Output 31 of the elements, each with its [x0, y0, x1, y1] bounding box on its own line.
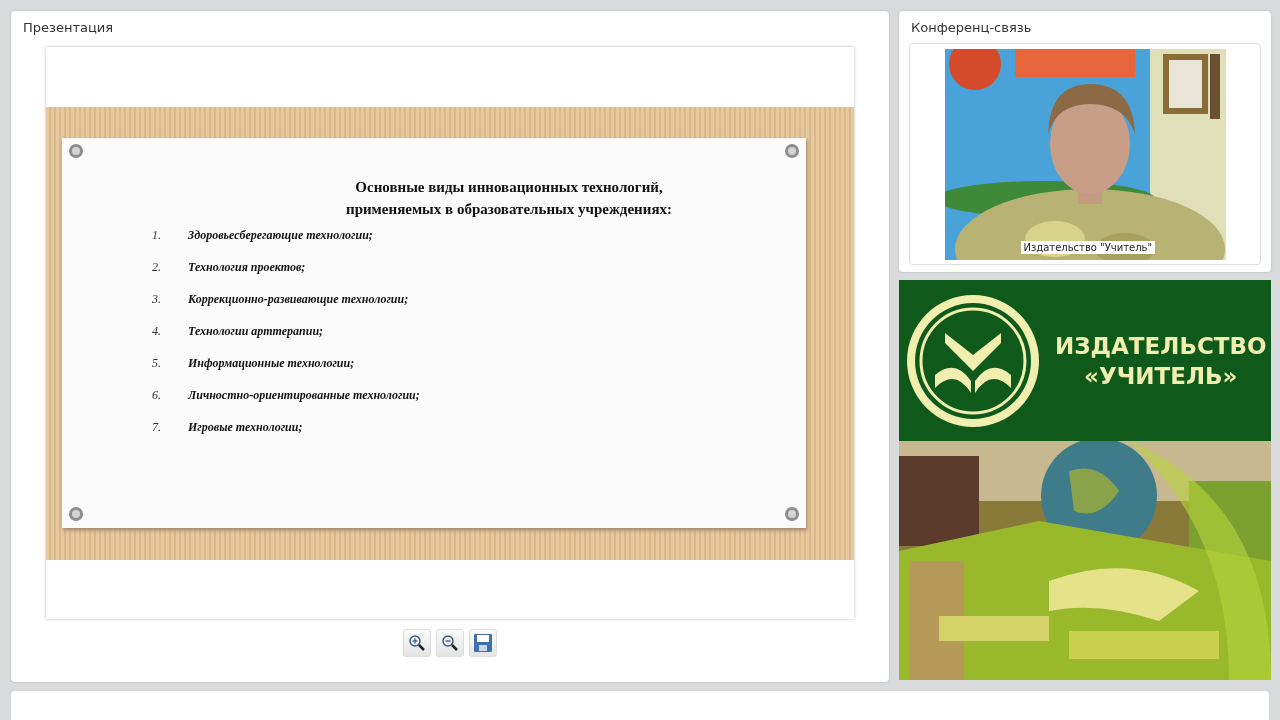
- slide-heading: применяемых в образовательных учреждениях:: [345, 200, 673, 219]
- zoom-in-icon: [408, 634, 426, 652]
- list-item: Здоровьесберегающие технологии;: [188, 227, 373, 244]
- item-number: 1.: [152, 227, 162, 244]
- banner-text: ИЗДАТЕЛЬСТВО: [1055, 331, 1267, 361]
- pin-icon: [68, 506, 84, 522]
- list-item: Технология проектов;: [188, 259, 306, 276]
- item-number: 6.: [152, 387, 162, 404]
- pin-icon: [784, 143, 800, 159]
- list-item: Информационные технологии;: [188, 355, 355, 372]
- zoom-in-button[interactable]: [403, 629, 431, 657]
- list-item: Личностно-ориентированные технологии;: [188, 387, 420, 404]
- pin-icon: [784, 506, 800, 522]
- list-item: Технологии арттерапии;: [188, 323, 324, 340]
- banner-text: «УЧИТЕЛЬ»: [1083, 361, 1239, 391]
- item-number: 4.: [152, 323, 162, 340]
- panel-title: Презентация: [23, 19, 115, 37]
- list-item: Коррекционно-развивающие технологии;: [188, 291, 409, 308]
- list-item: Игровые технологии;: [188, 419, 303, 436]
- save-button[interactable]: [469, 629, 497, 657]
- pin-icon: [68, 143, 84, 159]
- item-number: 3.: [152, 291, 162, 308]
- item-number: 2.: [152, 259, 162, 276]
- item-number: 7.: [152, 419, 162, 436]
- item-number: 5.: [152, 355, 162, 372]
- save-icon: [473, 633, 493, 653]
- zoom-out-button[interactable]: [436, 629, 464, 657]
- panel-title: Конференц-связь: [910, 19, 1033, 37]
- slide-heading: Основные виды инновационных технологий,: [354, 178, 664, 197]
- book-logo-icon: [905, 292, 1041, 429]
- zoom-out-icon: [441, 634, 459, 652]
